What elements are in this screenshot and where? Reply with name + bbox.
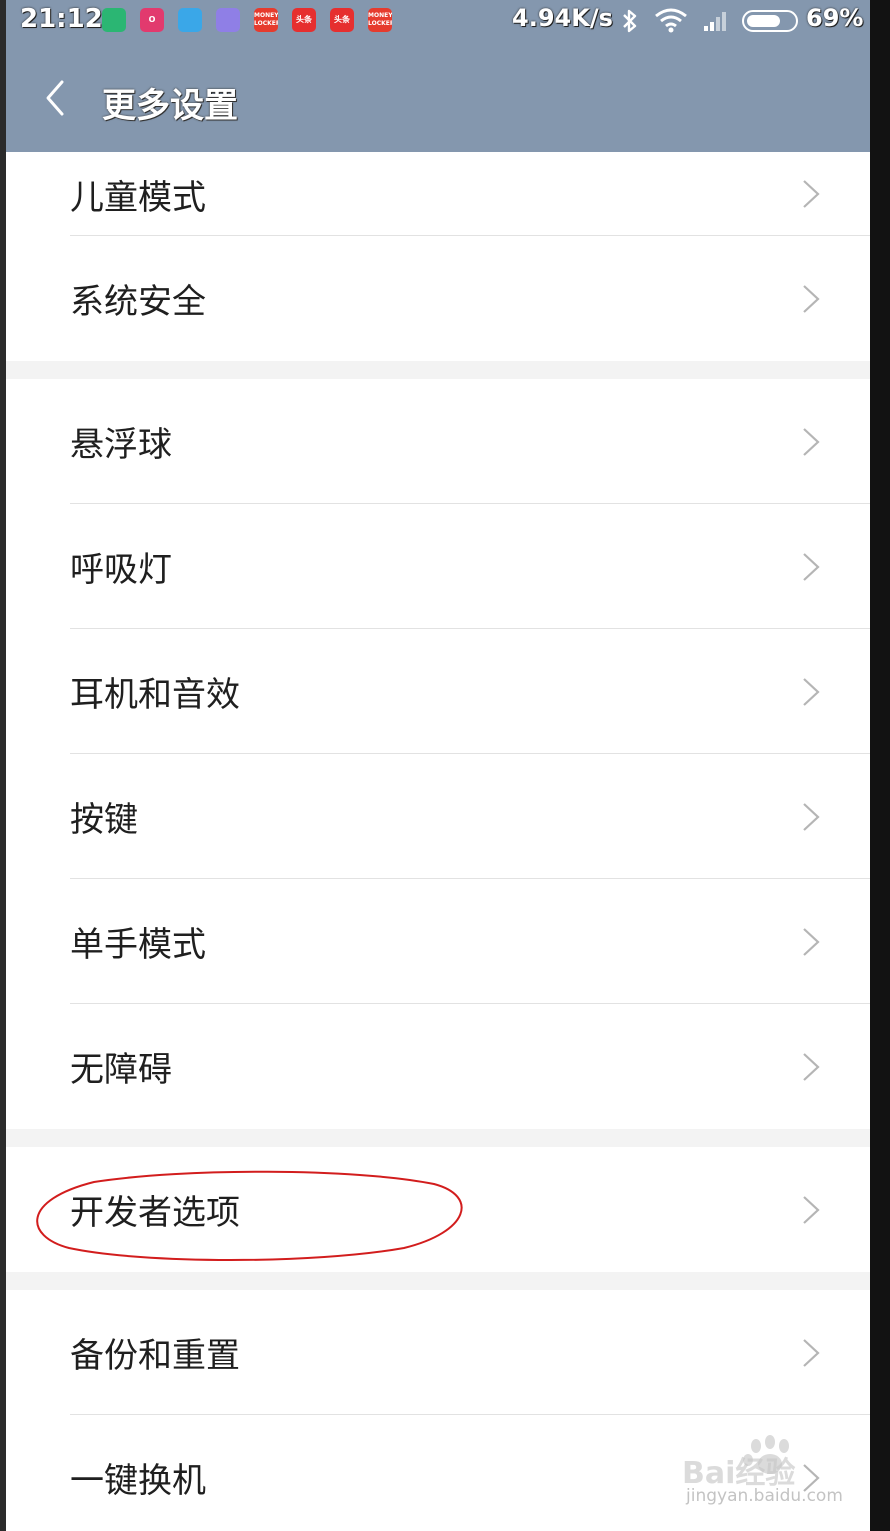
chevron-right-icon	[803, 552, 820, 581]
chevron-right-icon	[803, 1195, 820, 1224]
list-item-label: 无障碍	[70, 1050, 172, 1090]
settings-group-3: 开发者选项	[6, 1147, 870, 1272]
list-item-backup-reset[interactable]: 备份和重置	[6, 1290, 870, 1415]
battery-icon	[742, 10, 798, 32]
title-bar: 更多设置	[6, 48, 870, 152]
right-frame	[870, 0, 890, 1531]
chevron-right-icon	[803, 284, 820, 313]
settings-list: 儿童模式 系统安全 悬浮球 呼吸灯 耳机和音效 按键 单手模式 无障碍 开发者选…	[6, 152, 870, 1531]
chevron-right-icon	[803, 1052, 820, 1081]
status-time: 21:12	[20, 4, 103, 34]
shield-app-icon	[102, 8, 126, 32]
list-item-label: 单手模式	[70, 925, 206, 965]
settings-group-2: 悬浮球 呼吸灯 耳机和音效 按键 单手模式 无障碍	[6, 379, 870, 1129]
group-separator	[6, 1272, 870, 1290]
page-title: 更多设置	[102, 86, 238, 126]
settings-group-1: 儿童模式 系统安全	[6, 152, 870, 361]
list-item-accessibility[interactable]: 无障碍	[6, 1004, 870, 1129]
chevron-right-icon	[803, 927, 820, 956]
browser-app-icon	[178, 8, 202, 32]
list-item-system-security[interactable]: 系统安全	[6, 236, 870, 361]
money-locker-icon: MONEY LOCKER	[254, 8, 278, 32]
chevron-right-icon	[803, 427, 820, 456]
list-item-one-handed-mode[interactable]: 单手模式	[6, 879, 870, 1004]
bluetooth-icon	[623, 9, 637, 33]
chevron-right-icon	[803, 180, 820, 208]
app-header: 21:12 O MONEY LOCKER 头条 头条 MONEY LOCKER 4.94…	[6, 0, 870, 152]
list-item-breathing-light[interactable]: 呼吸灯	[6, 504, 870, 629]
toutiao-icon: 头条	[292, 8, 316, 32]
o-app-icon: O	[140, 8, 164, 32]
chevron-right-icon	[803, 1338, 820, 1367]
chevron-right-icon	[803, 802, 820, 831]
list-item-label: 儿童模式	[70, 177, 206, 218]
list-item-label: 按键	[70, 800, 138, 840]
list-item-developer-options[interactable]: 开发者选项	[6, 1147, 870, 1272]
list-item-label: 一键换机	[70, 1461, 206, 1501]
list-item-label: 系统安全	[70, 282, 206, 322]
wifi-icon	[655, 8, 687, 33]
list-item-kids-mode[interactable]: 儿童模式	[6, 152, 870, 236]
list-item-buttons[interactable]: 按键	[6, 754, 870, 879]
group-separator	[6, 361, 870, 379]
purple-app-icon	[216, 8, 240, 32]
list-item-floating-ball[interactable]: 悬浮球	[6, 379, 870, 504]
watermark-url: jingyan.baidu.com	[686, 1486, 843, 1506]
battery-percent: 69%	[806, 4, 864, 32]
list-item-label: 呼吸灯	[70, 550, 172, 590]
toutiao-icon-2: 头条	[330, 8, 354, 32]
phone-screen: 21:12 O MONEY LOCKER 头条 头条 MONEY LOCKER 4.94…	[6, 0, 870, 1531]
money-locker-icon-2: MONEY LOCKER	[368, 8, 392, 32]
status-bar: 21:12 O MONEY LOCKER 头条 头条 MONEY LOCKER 4.94…	[6, 0, 870, 40]
list-item-label: 耳机和音效	[70, 675, 240, 715]
group-separator	[6, 1129, 870, 1147]
list-item-label: 开发者选项	[70, 1193, 240, 1233]
chevron-right-icon	[803, 677, 820, 706]
list-item-headphones-audio[interactable]: 耳机和音效	[6, 629, 870, 754]
list-item-label: 悬浮球	[70, 425, 172, 465]
signal-icon	[704, 12, 726, 31]
list-item-label: 备份和重置	[70, 1336, 240, 1376]
back-button[interactable]	[36, 74, 76, 122]
network-speed: 4.94K/s	[512, 4, 613, 32]
chevron-left-icon	[46, 80, 64, 116]
